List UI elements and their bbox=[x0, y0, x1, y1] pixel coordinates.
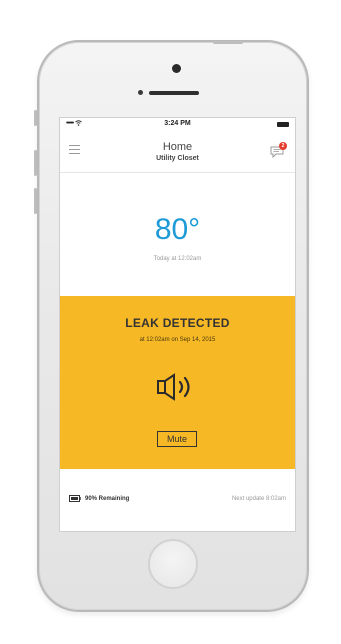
status-time: 3:24 PM bbox=[164, 120, 191, 127]
volume-up-button bbox=[34, 150, 37, 176]
proximity-sensor bbox=[138, 90, 143, 95]
power-button bbox=[213, 41, 243, 44]
speaker-icon bbox=[157, 373, 190, 401]
battery-remaining: 90% Remaining bbox=[85, 496, 130, 502]
temperature-reading: 80° bbox=[154, 213, 201, 246]
reading-timestamp: Today at 12:02am bbox=[153, 256, 202, 262]
mute-button[interactable]: Mute bbox=[157, 431, 197, 447]
next-update: Next update 8:02am bbox=[231, 496, 286, 502]
leak-alert-panel: LEAK DETECTED at 12:02am on Sep 14, 2015… bbox=[60, 296, 295, 469]
app-screen: ••••• 3:24 PM Home Utility Closet 2 80° … bbox=[59, 117, 296, 532]
alert-title: LEAK DETECTED bbox=[125, 316, 230, 330]
front-camera bbox=[172, 64, 181, 73]
battery-status-icon bbox=[277, 122, 289, 127]
notification-badge: 2 bbox=[279, 142, 287, 150]
home-button[interactable] bbox=[148, 539, 198, 589]
volume-down-button bbox=[34, 188, 37, 214]
alert-detail: at 12:02am on Sep 14, 2015 bbox=[139, 337, 216, 343]
earpiece-speaker bbox=[149, 91, 199, 95]
page-title: Home bbox=[162, 141, 193, 153]
mute-switch bbox=[34, 110, 37, 126]
device-footer: 90% Remaining Next update 8:02am bbox=[60, 489, 295, 511]
battery-icon bbox=[69, 495, 81, 502]
status-bar: ••••• 3:24 PM bbox=[60, 118, 295, 132]
location-subtitle: Utility Closet bbox=[156, 155, 199, 162]
app-header: Home Utility Closet 2 bbox=[60, 132, 295, 173]
